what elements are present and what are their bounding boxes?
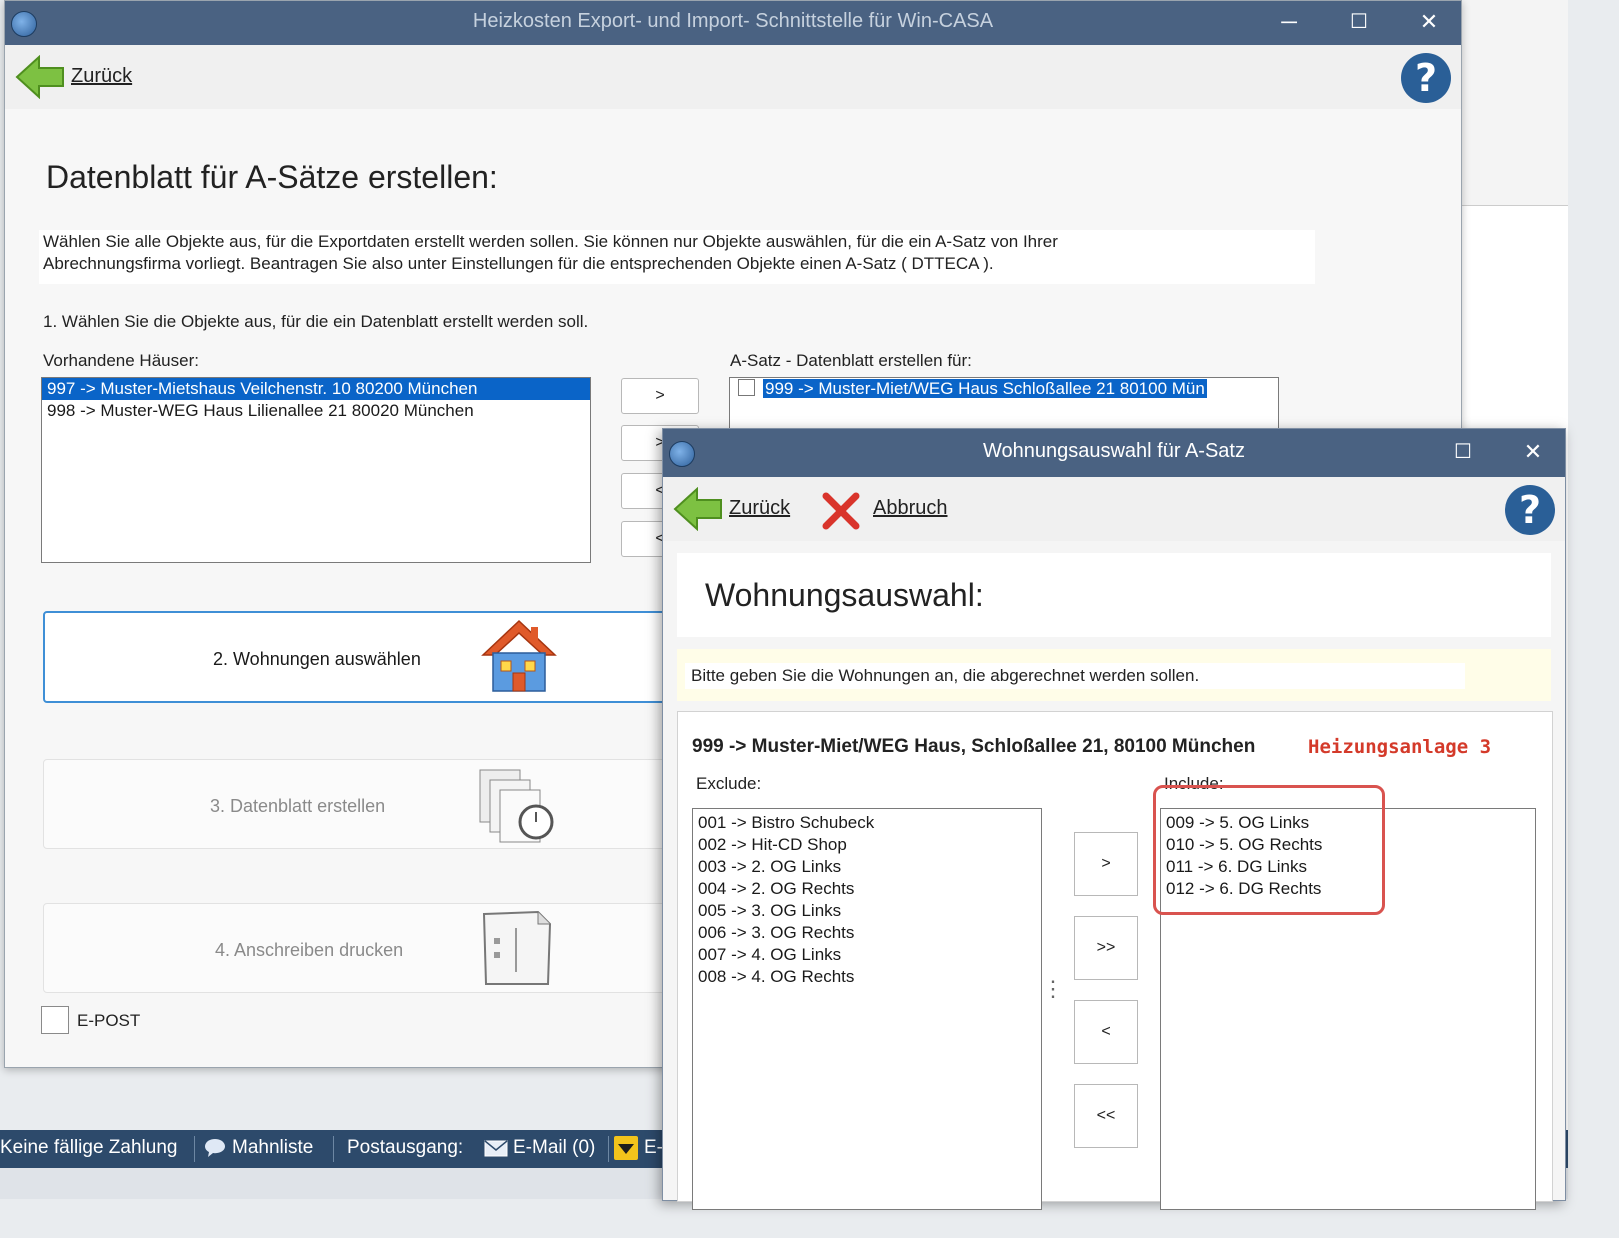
payment-status: Keine fällige Zahlung (0, 1137, 178, 1158)
house-label: 999 -> Muster-Miet/WEG Haus Schloßallee … (763, 379, 1207, 398)
help-icon[interactable]: ? (1401, 53, 1451, 103)
email-link[interactable]: E-Mail (0) (513, 1137, 595, 1159)
property-title: 999 -> Muster-Miet/WEG Haus, Schloßallee… (692, 736, 1256, 757)
target-houses-label: A-Satz - Datenblatt erstellen für: (730, 351, 972, 370)
add-house-button[interactable]: > (621, 378, 699, 414)
epost-icon (614, 1136, 638, 1160)
exclude-all-button[interactable]: << (1074, 1084, 1138, 1148)
dialog-maximize-button[interactable]: ☐ (1443, 437, 1483, 469)
step4-label: 4. Anschreiben drucken (215, 940, 404, 960)
create-datasheet-button[interactable]: 3. Datenblatt erstellen (43, 759, 745, 849)
house-checkbox[interactable] (738, 379, 755, 396)
apartment-selection-dialog: Wohnungsauswahl für A-Satz ☐ ✕ Zurück Ab… (662, 428, 1566, 1210)
dialog-help-icon[interactable]: ? (1505, 485, 1555, 535)
include-all-button[interactable]: >> (1074, 916, 1138, 980)
include-one-button[interactable]: > (1074, 832, 1138, 896)
list-item[interactable]: 998 -> Muster-WEG Haus Lilienallee 21 80… (42, 400, 590, 422)
list-item[interactable]: 004 -> 2. OG Rechts (693, 878, 1041, 900)
reminder-link[interactable]: Mahnliste (232, 1137, 313, 1159)
step3-label: 3. Datenblatt erstellen (210, 796, 386, 816)
cancel-label: Abbruch (873, 497, 948, 519)
letter-icon (482, 910, 552, 985)
heating-system-label: Heizungsanlage 3 (1308, 736, 1492, 758)
minimize-button[interactable]: ─ (1269, 7, 1309, 39)
datasheet-icon (479, 769, 554, 843)
cancel-button[interactable]: Abbruch (817, 483, 957, 535)
house-icon (481, 619, 557, 692)
back-arrow-icon (15, 55, 64, 99)
window-title: Heizkosten Export- und Import- Schnittst… (472, 10, 994, 32)
intro-box: Wählen Sie alle Objekte aus, für die Exp… (39, 230, 1315, 284)
dialog-back-button[interactable]: Zurück (669, 483, 797, 535)
dialog-heading-box: Wohnungsauswahl: (677, 553, 1551, 637)
list-item[interactable]: 008 -> 4. OG Rechts (693, 966, 1041, 988)
speech-bubble-icon (204, 1138, 226, 1164)
print-letter-button[interactable]: 4. Anschreiben drucken (43, 903, 745, 993)
splitter-handle[interactable]: ⋮ (1042, 976, 1064, 1002)
dialog-heading: Wohnungsauswahl: (705, 577, 984, 613)
back-button[interactable]: Zurück (11, 51, 141, 103)
list-item[interactable]: 003 -> 2. OG Links (693, 856, 1041, 878)
dialog-title: Wohnungsauswahl für A-Satz (982, 440, 1245, 462)
email-icon (484, 1138, 508, 1164)
dialog-back-label: Zurück (729, 497, 791, 519)
window-titlebar[interactable]: Heizkosten Export- und Import- Schnittst… (5, 1, 1461, 45)
select-apartments-button[interactable]: 2. Wohnungen auswählen (43, 611, 747, 703)
dialog-note: Bitte geben Sie die Wohnungen an, die ab… (685, 663, 1465, 689)
epost-label: E-POST (77, 1011, 141, 1030)
dialog-close-button[interactable]: ✕ (1513, 437, 1553, 469)
cancel-x-icon (822, 492, 860, 530)
apartment-panel: 999 -> Muster-Miet/WEG Haus, Schloßallee… (677, 711, 1553, 1210)
dialog-titlebar[interactable]: Wohnungsauswahl für A-Satz ☐ ✕ (663, 429, 1565, 477)
available-houses-label: Vorhandene Häuser: (43, 351, 199, 370)
main-toolbar: Zurück ? (5, 45, 1461, 109)
close-button[interactable]: ✕ (1409, 7, 1449, 39)
list-item[interactable]: 002 -> Hit-CD Shop (693, 834, 1041, 856)
available-houses-list[interactable]: 997 -> Muster-Mietshaus Veilchenstr. 10 … (41, 377, 591, 563)
maximize-button[interactable]: ☐ (1339, 7, 1379, 39)
list-item[interactable]: 006 -> 3. OG Rechts (693, 922, 1041, 944)
intro-line-2: Abrechnungsfirma vorliegt. Beantragen Si… (43, 254, 994, 273)
list-item[interactable]: 007 -> 4. OG Links (693, 944, 1041, 966)
back-label: Zurück (71, 65, 133, 87)
exclude-list[interactable]: 001 -> Bistro Schubeck 002 -> Hit-CD Sho… (692, 808, 1042, 1210)
epost-checkbox[interactable] (41, 1006, 69, 1034)
dialog-note-box: Bitte geben Sie die Wohnungen an, die ab… (677, 649, 1551, 701)
page-title: Datenblatt für A-Sätze erstellen: (46, 159, 498, 195)
outbox-label: Postausgang: (347, 1137, 464, 1158)
step1-label: 1. Wählen Sie die Objekte aus, für die e… (43, 312, 589, 331)
list-item[interactable]: 005 -> 3. OG Links (693, 900, 1041, 922)
dialog-toolbar: Zurück Abbruch ? (663, 477, 1565, 541)
exclude-label: Exclude: (696, 774, 762, 793)
intro-line-1: Wählen Sie alle Objekte aus, für die Exp… (43, 232, 1058, 251)
step2-label: 2. Wohnungen auswählen (213, 649, 421, 669)
back-arrow-icon (673, 487, 722, 531)
epost-link[interactable]: E- (644, 1137, 663, 1159)
include-highlight-box (1153, 785, 1385, 915)
list-item[interactable]: 001 -> Bistro Schubeck (693, 812, 1041, 834)
list-item[interactable]: 999 -> Muster-Miet/WEG Haus Schloßallee … (730, 378, 1278, 400)
list-item[interactable]: 997 -> Muster-Mietshaus Veilchenstr. 10 … (42, 378, 590, 400)
exclude-one-button[interactable]: < (1074, 1000, 1138, 1064)
